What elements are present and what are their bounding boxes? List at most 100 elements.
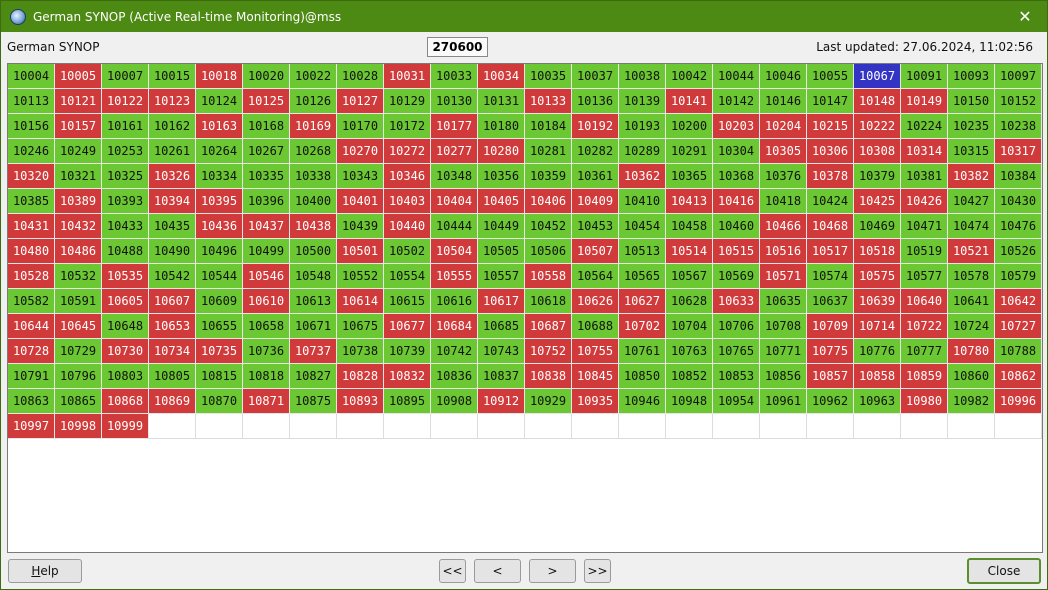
station-cell[interactable]: 10004 xyxy=(8,64,55,89)
station-cell[interactable]: 10440 xyxy=(384,214,431,239)
station-cell[interactable]: 10504 xyxy=(431,239,478,264)
station-cell[interactable]: 10152 xyxy=(995,89,1042,114)
station-cell[interactable]: 10868 xyxy=(102,389,149,414)
station-cell[interactable]: 10574 xyxy=(807,264,854,289)
station-cell[interactable]: 10557 xyxy=(478,264,525,289)
station-cell[interactable]: 10517 xyxy=(807,239,854,264)
station-cell[interactable]: 10356 xyxy=(478,164,525,189)
station-cell[interactable]: 10980 xyxy=(901,389,948,414)
station-cell[interactable]: 10763 xyxy=(666,339,713,364)
station-cell[interactable]: 10466 xyxy=(760,214,807,239)
station-cell[interactable]: 10641 xyxy=(948,289,995,314)
station-cell[interactable]: 10532 xyxy=(55,264,102,289)
station-cell[interactable]: 10862 xyxy=(995,364,1042,389)
station-cell[interactable]: 10869 xyxy=(149,389,196,414)
station-cell[interactable]: 10996 xyxy=(995,389,1042,414)
station-cell[interactable]: 10034 xyxy=(478,64,525,89)
station-cell[interactable]: 10193 xyxy=(619,114,666,139)
station-cell[interactable]: 10617 xyxy=(478,289,525,314)
station-cell[interactable]: 10648 xyxy=(102,314,149,339)
station-cell[interactable]: 10444 xyxy=(431,214,478,239)
station-cell[interactable]: 10836 xyxy=(431,364,478,389)
station-cell[interactable]: 10156 xyxy=(8,114,55,139)
station-cell[interactable]: 10702 xyxy=(619,314,666,339)
station-cell[interactable]: 10735 xyxy=(196,339,243,364)
station-cell[interactable]: 10131 xyxy=(478,89,525,114)
station-cell[interactable]: 10935 xyxy=(572,389,619,414)
station-cell[interactable]: 10127 xyxy=(337,89,384,114)
station-cell[interactable]: 10268 xyxy=(290,139,337,164)
station-cell[interactable]: 10502 xyxy=(384,239,431,264)
station-cell[interactable]: 10577 xyxy=(901,264,948,289)
station-cell[interactable]: 10435 xyxy=(149,214,196,239)
station-cell[interactable]: 10565 xyxy=(619,264,666,289)
station-cell[interactable]: 10458 xyxy=(666,214,713,239)
station-cell[interactable]: 10393 xyxy=(102,189,149,214)
station-cell[interactable]: 10035 xyxy=(525,64,572,89)
station-cell[interactable]: 10850 xyxy=(619,364,666,389)
station-cell[interactable]: 10575 xyxy=(854,264,901,289)
station-cell[interactable]: 10141 xyxy=(666,89,713,114)
station-cell[interactable]: 10488 xyxy=(102,239,149,264)
station-cell[interactable]: 10361 xyxy=(572,164,619,189)
station-cell[interactable]: 10418 xyxy=(760,189,807,214)
station-cell[interactable]: 10706 xyxy=(713,314,760,339)
station-cell[interactable]: 10400 xyxy=(290,189,337,214)
station-cell[interactable]: 10637 xyxy=(807,289,854,314)
station-cell[interactable]: 10315 xyxy=(948,139,995,164)
station-cell[interactable]: 10628 xyxy=(666,289,713,314)
station-cell[interactable]: 10359 xyxy=(525,164,572,189)
station-cell[interactable]: 10742 xyxy=(431,339,478,364)
station-cell[interactable]: 10022 xyxy=(290,64,337,89)
station-cell[interactable]: 10424 xyxy=(807,189,854,214)
close-button[interactable]: Close xyxy=(967,558,1041,584)
station-cell[interactable]: 10403 xyxy=(384,189,431,214)
station-cell[interactable]: 10368 xyxy=(713,164,760,189)
help-button[interactable]: Help xyxy=(8,559,82,583)
station-cell[interactable]: 10270 xyxy=(337,139,384,164)
station-cell[interactable]: 10471 xyxy=(901,214,948,239)
station-cell[interactable]: 10432 xyxy=(55,214,102,239)
station-cell[interactable]: 10314 xyxy=(901,139,948,164)
station-cell[interactable]: 10433 xyxy=(102,214,149,239)
station-cell[interactable]: 10838 xyxy=(525,364,572,389)
station-cell[interactable]: 10687 xyxy=(525,314,572,339)
station-cell[interactable]: 10282 xyxy=(572,139,619,164)
station-cell[interactable]: 10170 xyxy=(337,114,384,139)
station-cell[interactable]: 10396 xyxy=(243,189,290,214)
station-cell[interactable]: 10222 xyxy=(854,114,901,139)
station-cell[interactable]: 10859 xyxy=(901,364,948,389)
station-cell[interactable]: 10893 xyxy=(337,389,384,414)
station-cell[interactable]: 10564 xyxy=(572,264,619,289)
station-cell[interactable]: 10853 xyxy=(713,364,760,389)
station-cell[interactable]: 10626 xyxy=(572,289,619,314)
station-cell[interactable]: 10519 xyxy=(901,239,948,264)
last-page-button[interactable]: >> xyxy=(584,559,611,583)
station-cell[interactable]: 10542 xyxy=(149,264,196,289)
station-cell[interactable]: 10474 xyxy=(948,214,995,239)
station-cell[interactable]: 10192 xyxy=(572,114,619,139)
station-cell[interactable]: 10635 xyxy=(760,289,807,314)
station-cell[interactable]: 10385 xyxy=(8,189,55,214)
station-cell[interactable]: 10413 xyxy=(666,189,713,214)
station-cell[interactable]: 10730 xyxy=(102,339,149,364)
station-cell[interactable]: 10505 xyxy=(478,239,525,264)
station-cell[interactable]: 10437 xyxy=(243,214,290,239)
station-cell[interactable]: 10005 xyxy=(55,64,102,89)
station-cell[interactable]: 10007 xyxy=(102,64,149,89)
station-cell[interactable]: 10516 xyxy=(760,239,807,264)
station-cell[interactable]: 10172 xyxy=(384,114,431,139)
station-cell[interactable]: 10317 xyxy=(995,139,1042,164)
station-cell[interactable]: 10875 xyxy=(290,389,337,414)
station-cell[interactable]: 10526 xyxy=(995,239,1042,264)
station-cell[interactable]: 10796 xyxy=(55,364,102,389)
station-cell[interactable]: 10261 xyxy=(149,139,196,164)
station-cell[interactable]: 10528 xyxy=(8,264,55,289)
station-cell[interactable]: 10728 xyxy=(8,339,55,364)
station-cell[interactable]: 10605 xyxy=(102,289,149,314)
station-cell[interactable]: 10558 xyxy=(525,264,572,289)
station-cell[interactable]: 10777 xyxy=(901,339,948,364)
station-cell[interactable]: 10569 xyxy=(713,264,760,289)
station-cell[interactable]: 10616 xyxy=(431,289,478,314)
station-cell[interactable]: 10161 xyxy=(102,114,149,139)
